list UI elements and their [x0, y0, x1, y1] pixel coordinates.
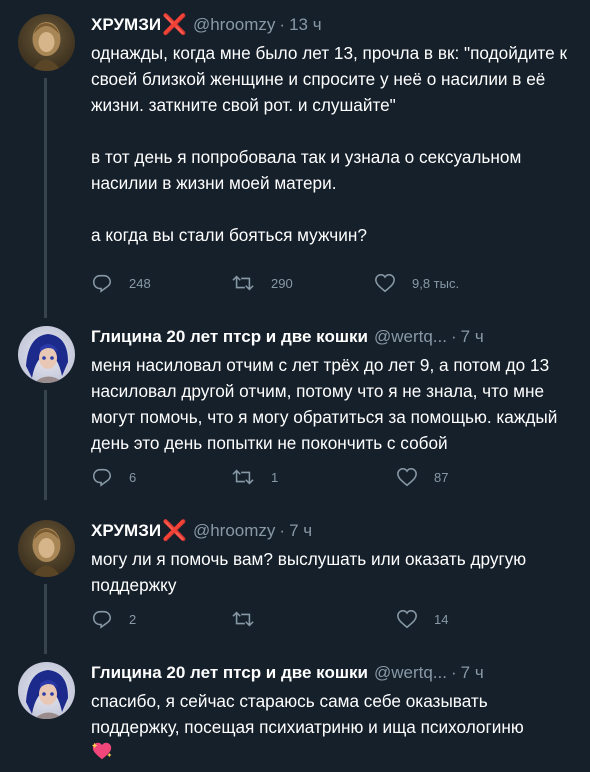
- cross-mark-icon: ❌: [162, 14, 187, 36]
- retweet-count: 1: [271, 469, 279, 485]
- retweet-button[interactable]: [231, 608, 271, 630]
- reply-button[interactable]: 6: [91, 466, 136, 488]
- timestamp[interactable]: 7 ч: [461, 327, 484, 347]
- cross-mark-icon: ❌: [162, 520, 187, 542]
- user-handle[interactable]: @wertq...: [374, 327, 447, 347]
- like-icon: [397, 467, 417, 487]
- tweet-actions: 248 290 9,8 тыс.: [91, 272, 511, 296]
- tweet-paragraph: могу ли я помочь вам? выслушать или оказ…: [91, 549, 527, 595]
- like-icon: [375, 273, 395, 293]
- avatar[interactable]: [18, 662, 75, 719]
- separator-dot: ·: [279, 521, 286, 540]
- display-name[interactable]: ХРУМЗИ: [91, 521, 161, 541]
- avatar-image: [18, 326, 75, 383]
- retweet-icon: [232, 611, 254, 627]
- retweet-button[interactable]: 1: [231, 466, 278, 488]
- user-handle[interactable]: @wertq...: [374, 663, 447, 683]
- tweet-actions: 2 14: [91, 608, 511, 632]
- tweet-header: Глицина 20 лет птср и две кошки @wertq..…: [91, 662, 484, 684]
- timestamp[interactable]: 7 ч: [289, 521, 312, 541]
- tweet-paragraph: однажды, когда мне было лет 13, прочла в…: [91, 43, 567, 115]
- timestamp[interactable]: 7 ч: [461, 663, 484, 683]
- tweet-text: могу ли я помочь вам? выслушать или оказ…: [91, 546, 581, 598]
- user-handle[interactable]: @hroomzy: [193, 521, 275, 541]
- tweet-header: Глицина 20 лет птср и две кошки @wertq..…: [91, 326, 484, 348]
- tweet-2[interactable]: Глицина 20 лет птср и две кошки @wertq..…: [0, 326, 590, 500]
- tweet-3[interactable]: ХРУМЗИ ❌ @hroomzy · 7 ч могу ли я помочь…: [0, 520, 590, 654]
- reply-count: 248: [129, 275, 151, 291]
- reply-icon: [92, 274, 112, 293]
- like-count: 9,8 тыс.: [412, 275, 460, 291]
- avatar[interactable]: [18, 520, 75, 577]
- tweet-paragraph: а когда вы стали бояться мужчин?: [91, 225, 367, 245]
- tweet-text: меня насиловал отчим с лет трёх до лет 9…: [91, 352, 581, 456]
- reply-count: 2: [129, 611, 137, 627]
- avatar[interactable]: [18, 326, 75, 383]
- thread-line: [44, 78, 47, 318]
- timestamp[interactable]: 13 ч: [289, 15, 322, 35]
- reply-icon: [92, 468, 112, 487]
- reply-button[interactable]: 248: [91, 272, 151, 294]
- retweet-button[interactable]: 290: [231, 272, 293, 294]
- avatar[interactable]: [18, 14, 75, 71]
- like-button[interactable]: 14: [396, 608, 448, 630]
- retweet-icon: [232, 469, 254, 485]
- avatar-image: [18, 14, 75, 71]
- tweet-text: однажды, когда мне было лет 13, прочла в…: [91, 40, 581, 248]
- display-name[interactable]: Глицина 20 лет птср и две кошки: [91, 327, 368, 347]
- like-count: 14: [434, 611, 449, 627]
- tweet-paragraph: спасибо, я сейчас стараюсь сама себе ока…: [91, 691, 524, 737]
- retweet-count: 290: [271, 275, 293, 291]
- separator-dot: ·: [450, 327, 457, 346]
- tweet-paragraph: в тот день я попробовала так и узнала о …: [91, 147, 522, 193]
- avatar-image: [18, 520, 75, 577]
- separator-dot: ·: [450, 663, 457, 682]
- like-button[interactable]: 87: [396, 466, 448, 488]
- tweet-text: спасибо, я сейчас стараюсь сама себе ока…: [91, 688, 581, 769]
- thread-line: [44, 584, 47, 654]
- display-name[interactable]: ХРУМЗИ: [91, 15, 161, 35]
- sparkling-heart-emoji: [91, 740, 113, 769]
- reply-icon: [92, 610, 112, 629]
- avatar-image: [18, 662, 75, 719]
- like-button[interactable]: 9,8 тыс.: [374, 272, 459, 294]
- tweet-header: ХРУМЗИ ❌ @hroomzy · 13 ч: [91, 14, 322, 36]
- tweet-actions: 6 1 87: [91, 466, 511, 490]
- user-handle[interactable]: @hroomzy: [193, 15, 275, 35]
- tweet-4[interactable]: Глицина 20 лет птср и две кошки @wertq..…: [0, 662, 590, 772]
- reply-button[interactable]: 2: [91, 608, 136, 630]
- separator-dot: ·: [279, 15, 286, 34]
- tweet-1[interactable]: ХРУМЗИ ❌ @hroomzy · 13 ч однажды, когда …: [0, 14, 590, 318]
- retweet-icon: [232, 275, 254, 291]
- tweet-paragraph: меня насиловал отчим с лет трёх до лет 9…: [91, 355, 558, 453]
- display-name[interactable]: Глицина 20 лет птср и две кошки: [91, 663, 368, 683]
- like-count: 87: [434, 469, 449, 485]
- reply-count: 6: [129, 469, 137, 485]
- tweet-header: ХРУМЗИ ❌ @hroomzy · 7 ч: [91, 520, 312, 542]
- thread-line: [44, 390, 47, 500]
- like-icon: [397, 609, 417, 629]
